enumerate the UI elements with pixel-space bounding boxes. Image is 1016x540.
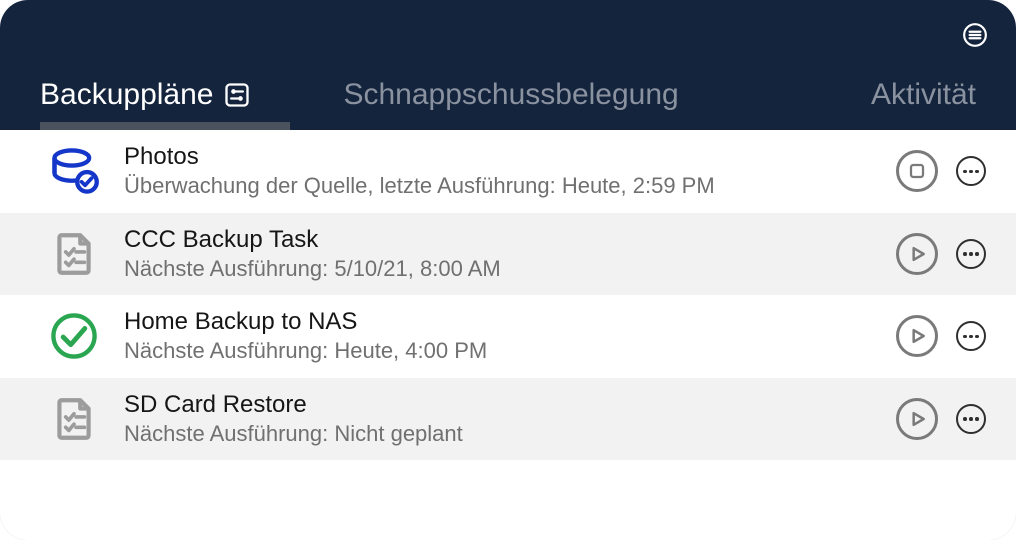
tab-snapshots[interactable]: Schnappschussbelegung	[343, 78, 678, 118]
tab-backup-plans[interactable]: Backuppläne	[40, 78, 251, 118]
more-button[interactable]	[956, 404, 986, 434]
plan-title: Photos	[124, 142, 872, 172]
ellipsis-icon	[963, 335, 979, 339]
plan-row[interactable]: Photos Überwachung der Quelle, letzte Au…	[0, 130, 1016, 213]
plan-text: Home Backup to NAS Nächste Ausführung: H…	[124, 307, 872, 366]
ellipsis-icon	[963, 417, 979, 421]
plan-subtitle: Nächste Ausführung: Heute, 4:00 PM	[124, 337, 872, 366]
tab-bar: Backuppläne Schnappschussbelegung Aktivi…	[0, 78, 1016, 130]
plan-actions	[896, 233, 986, 275]
plan-row[interactable]: Home Backup to NAS Nächste Ausführung: H…	[0, 295, 1016, 378]
hamburger-circle-icon	[962, 22, 988, 48]
plan-title: CCC Backup Task	[124, 225, 872, 255]
more-button[interactable]	[956, 156, 986, 186]
tab-activity[interactable]: Aktivität	[871, 78, 976, 118]
menu-button[interactable]	[962, 22, 988, 48]
plan-status-icon	[48, 145, 100, 197]
play-icon	[907, 409, 927, 429]
plan-actions	[896, 150, 986, 192]
plan-row[interactable]: CCC Backup Task Nächste Ausführung: 5/10…	[0, 213, 1016, 296]
backup-plan-list: Photos Überwachung der Quelle, letzte Au…	[0, 130, 1016, 540]
stop-button[interactable]	[896, 150, 938, 192]
play-icon	[907, 244, 927, 264]
play-button[interactable]	[896, 315, 938, 357]
app-window: Backuppläne Schnappschussbelegung Aktivi…	[0, 0, 1016, 540]
plan-subtitle: Überwachung der Quelle, letzte Ausführun…	[124, 172, 872, 201]
tab-label: Schnappschussbelegung	[343, 78, 678, 112]
header-bar: Backuppläne Schnappschussbelegung Aktivi…	[0, 0, 1016, 130]
sliders-icon	[223, 81, 251, 109]
plan-status-icon	[48, 228, 100, 280]
stop-icon	[908, 162, 926, 180]
success-check-icon	[48, 310, 100, 362]
ellipsis-icon	[963, 252, 979, 256]
play-icon	[907, 326, 927, 346]
plan-actions	[896, 315, 986, 357]
plan-text: SD Card Restore Nächste Ausführung: Nich…	[124, 390, 872, 449]
plan-row[interactable]: SD Card Restore Nächste Ausführung: Nich…	[0, 378, 1016, 461]
plan-text: CCC Backup Task Nächste Ausführung: 5/10…	[124, 225, 872, 284]
plan-status-icon	[48, 310, 100, 362]
play-button[interactable]	[896, 398, 938, 440]
play-button[interactable]	[896, 233, 938, 275]
more-button[interactable]	[956, 321, 986, 351]
disk-monitoring-icon	[48, 145, 100, 197]
plan-subtitle: Nächste Ausführung: Nicht geplant	[124, 420, 872, 449]
plan-title: Home Backup to NAS	[124, 307, 872, 337]
tab-label: Aktivität	[871, 78, 976, 112]
plan-subtitle: Nächste Ausführung: 5/10/21, 8:00 AM	[124, 255, 872, 284]
task-file-icon	[49, 394, 99, 444]
plan-actions	[896, 398, 986, 440]
plan-title: SD Card Restore	[124, 390, 872, 420]
ellipsis-icon	[963, 170, 979, 174]
plan-text: Photos Überwachung der Quelle, letzte Au…	[124, 142, 872, 201]
more-button[interactable]	[956, 239, 986, 269]
task-file-icon	[49, 229, 99, 279]
tab-label: Backuppläne	[40, 78, 213, 112]
plan-status-icon	[48, 393, 100, 445]
